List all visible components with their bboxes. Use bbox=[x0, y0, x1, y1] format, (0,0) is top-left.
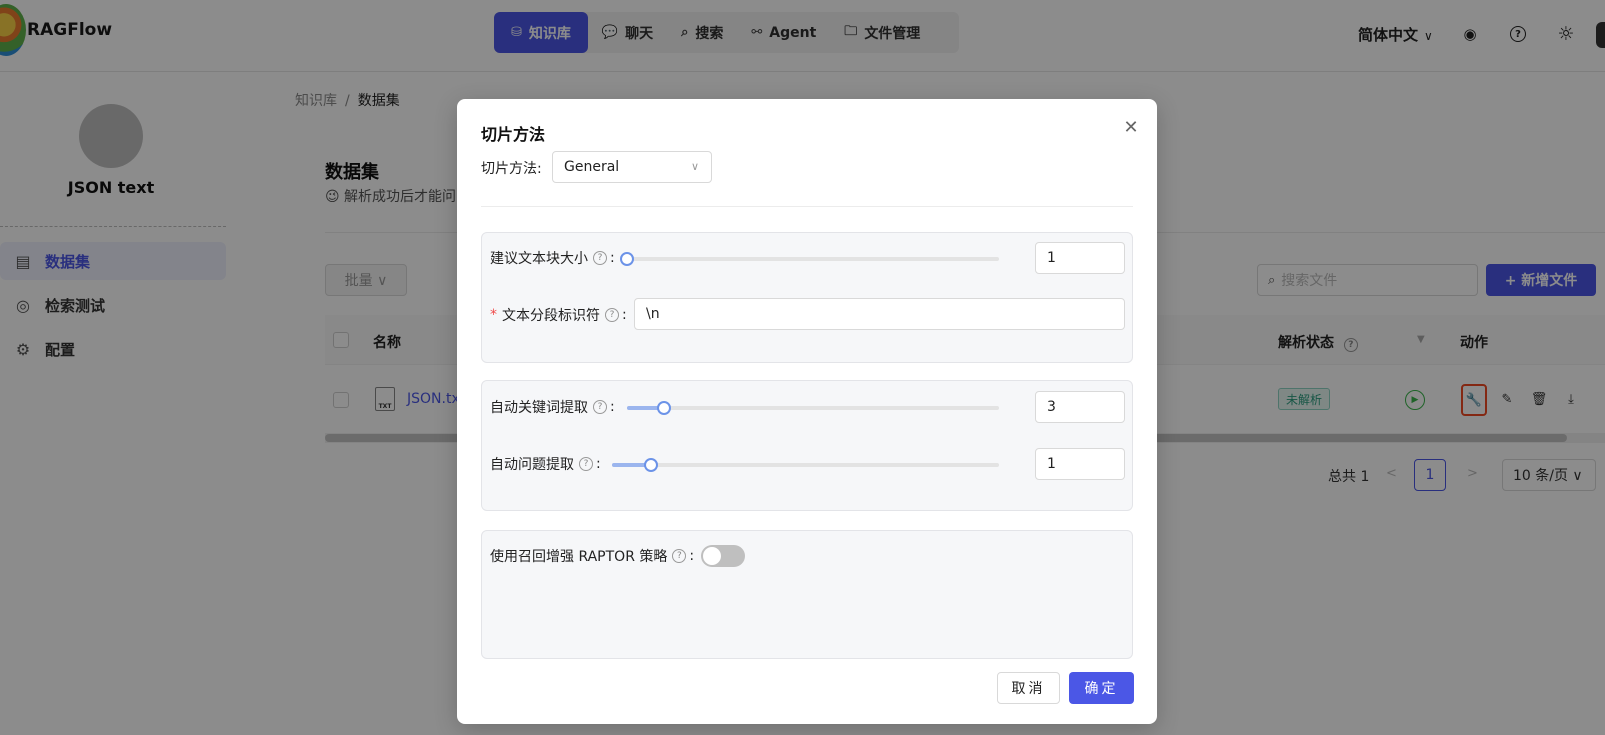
delimiter-input[interactable]: \n bbox=[634, 298, 1125, 330]
chunk-size-input[interactable]: 1 bbox=[1035, 242, 1125, 274]
raptor-panel: 使用召回增强 RAPTOR 策略 ? : bbox=[481, 530, 1133, 659]
auto-questions-slider[interactable] bbox=[612, 458, 999, 472]
chunk-method-label: 切片方法: bbox=[481, 161, 542, 177]
delimiter-label-text: 文本分段标识符 bbox=[502, 308, 600, 324]
chunk-config-panel: 建议文本块大小 ? : 1 * 文本分段标识符 ? : \n bbox=[481, 232, 1133, 363]
required-mark: * bbox=[490, 307, 497, 323]
label-colon: : bbox=[610, 250, 615, 266]
auto-keywords-slider-handle[interactable] bbox=[657, 401, 672, 415]
auto-questions-input[interactable]: 1 bbox=[1035, 448, 1125, 480]
chunk-method-modal: 切片方法 ✕ 切片方法: General ∨ 建议文本块大小 ? : 1 * 文… bbox=[457, 99, 1157, 724]
help-icon[interactable]: ? bbox=[605, 308, 619, 322]
chevron-down-icon: ∨ bbox=[690, 160, 699, 173]
raptor-toggle-knob bbox=[703, 547, 721, 565]
help-icon[interactable]: ? bbox=[593, 400, 607, 414]
cancel-button[interactable]: 取消 bbox=[997, 672, 1060, 704]
raptor-label-text: 使用召回增强 RAPTOR 策略 bbox=[490, 549, 668, 565]
auto-extraction-panel: 自动关键词提取 ? : 3 自动问题提取 ? : 1 bbox=[481, 380, 1133, 511]
label-colon: : bbox=[689, 548, 695, 564]
chunk-size-slider-handle[interactable] bbox=[620, 252, 634, 266]
label-colon: : bbox=[596, 456, 601, 472]
auto-questions-slider-handle[interactable] bbox=[643, 458, 658, 472]
help-icon[interactable]: ? bbox=[672, 549, 687, 563]
delimiter-label: * 文本分段标识符 ? : bbox=[490, 305, 627, 325]
chunk-method-value: General bbox=[564, 159, 620, 175]
modal-divider bbox=[481, 206, 1133, 207]
raptor-toggle[interactable] bbox=[701, 545, 745, 567]
modal-title: 切片方法 bbox=[481, 125, 546, 144]
ok-button[interactable]: 确定 bbox=[1069, 672, 1134, 704]
auto-keywords-slider[interactable] bbox=[627, 401, 999, 415]
auto-questions-label: 自动问题提取 ? : bbox=[490, 454, 601, 474]
close-icon[interactable]: ✕ bbox=[1119, 115, 1143, 139]
auto-keywords-label-text: 自动关键词提取 bbox=[490, 400, 588, 416]
chunk-size-label-text: 建议文本块大小 bbox=[490, 251, 588, 267]
help-icon[interactable]: ? bbox=[579, 457, 593, 471]
help-icon[interactable]: ? bbox=[593, 251, 607, 265]
chunk-method-select[interactable]: General ∨ bbox=[552, 151, 712, 183]
auto-questions-label-text: 自动问题提取 bbox=[490, 457, 574, 473]
auto-keywords-input[interactable]: 3 bbox=[1035, 391, 1125, 423]
label-colon: : bbox=[610, 399, 615, 415]
chunk-size-slider[interactable] bbox=[620, 252, 999, 266]
label-colon: : bbox=[622, 307, 627, 323]
auto-keywords-label: 自动关键词提取 ? : bbox=[490, 397, 615, 417]
raptor-label: 使用召回增强 RAPTOR 策略 ? : bbox=[490, 546, 694, 566]
chunk-size-label: 建议文本块大小 ? : bbox=[490, 248, 615, 268]
